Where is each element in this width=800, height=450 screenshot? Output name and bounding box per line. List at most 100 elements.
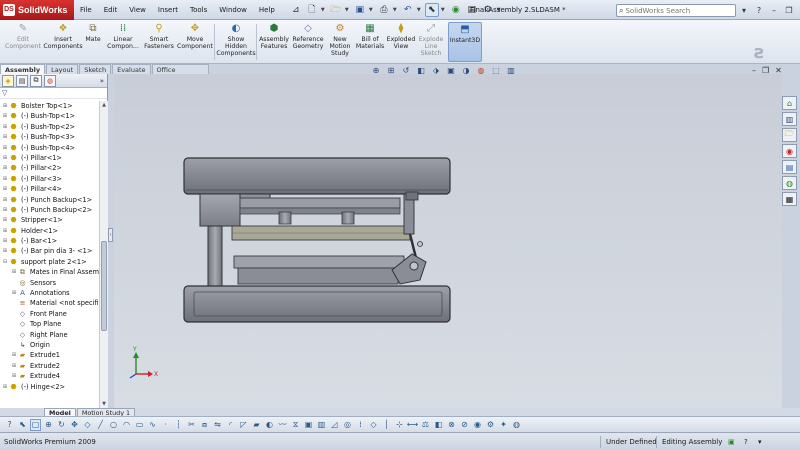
new-motion-study-button[interactable]: ⚙ New Motion Study [326,22,354,62]
tree-item[interactable]: ⊞ ▰ Extrude4 [0,371,99,381]
save-dropdown-icon[interactable]: ▼ [369,7,375,13]
scroll-up-icon[interactable]: ▲ [100,101,108,109]
property-manager-tab-icon[interactable]: ▤ [16,74,28,87]
new-document-icon[interactable]: 🗋 [305,3,319,17]
save-icon[interactable]: ▣ [353,3,367,17]
tree-item[interactable]: ⊞ ▰ Extrude2 [0,361,99,371]
reference-geometry-button[interactable]: ◇ Reference Geometry [290,22,326,62]
point-icon[interactable]: · [160,419,171,431]
sweep-icon[interactable]: 〰 [277,419,288,431]
viewport-close-icon[interactable]: ✕ [775,66,782,75]
hide-show-icon[interactable]: ◑ [460,65,472,76]
tree-item[interactable]: ◇ Right Plane [0,330,99,340]
view-settings-icon[interactable]: ▥ [505,65,517,76]
viewport-restore-icon[interactable]: ❐ [762,66,769,75]
tree-item[interactable]: ⊞ ⬣ Stripper<1> [0,215,99,225]
panel-collapse-handle[interactable]: ‹ [108,228,113,242]
select-dropdown-icon[interactable]: ▼ [441,7,447,13]
view-orientation-icon[interactable]: ⬗ [430,65,442,76]
trim-icon[interactable]: ✂ [186,419,197,431]
minimize-icon[interactable]: – [768,4,780,16]
menu-view[interactable]: View [123,0,152,20]
coordinate-icon[interactable]: ⊹ [394,419,405,431]
hole-icon[interactable]: ◎ [342,419,353,431]
shell-icon[interactable]: ▣ [303,419,314,431]
tree-item[interactable]: ⊞ ⬣ (-) Punch Backup<2> [0,205,99,215]
tree-item[interactable]: ⊞ ▰ Extrude1 [0,350,99,360]
tree-item[interactable]: ⊞ ⬣ Holder<1> [0,226,99,236]
assembly-features-button[interactable]: ⬢ Assembly Features [258,22,290,62]
menu-tools[interactable]: Tools [184,0,213,20]
clearance-icon[interactable]: ⊘ [459,419,470,431]
open-folder-icon[interactable]: 🗁 [329,3,343,17]
custom-properties-icon[interactable]: ▦ [782,192,797,206]
pin-icon[interactable]: ⊿ [289,3,303,17]
open-dropdown-icon[interactable]: ▼ [345,7,351,13]
tree-item[interactable]: ⊞ ⬣ (-) Pillar<2> [0,163,99,173]
tree-item[interactable]: ⊞ ⬣ (-) Bush-Top<3> [0,132,99,142]
pan-icon[interactable]: ✥ [69,419,80,431]
solidworks-resources-icon[interactable]: ⌂ [782,96,797,110]
tree-item[interactable]: ⊞ ⬣ (-) Pillar<3> [0,174,99,184]
scroll-down-icon[interactable]: ▼ [100,400,108,408]
smart-dimension-icon[interactable]: ◇ [82,419,93,431]
linear-pattern-button[interactable]: ⁞⁞ Linear Compon... [104,22,142,62]
rebuild-icon[interactable]: ◉ [449,3,463,17]
tree-item[interactable]: ⊞ ⬣ (-) Bush-Top<2> [0,122,99,132]
menu-edit[interactable]: Edit [98,0,124,20]
search-icon[interactable]: ⌕ [619,6,623,16]
filter-icon[interactable]: ▽ [2,89,7,97]
menu-help[interactable]: Help [253,0,281,20]
tree-item[interactable]: ⊞ ⬣ (-) Bush-Top<1> [0,111,99,121]
status-help-icon[interactable]: ? [744,433,748,450]
tree-item[interactable]: ◎ Sensors [0,278,99,288]
solidworks-logo[interactable]: DS SolidWorks [0,0,74,20]
zoom-icon[interactable]: ⊕ [43,419,54,431]
menu-file[interactable]: File [74,0,98,20]
tab-sketch[interactable]: Sketch [79,64,112,74]
edit-appearance-icon[interactable]: ◍ [475,65,487,76]
restore-icon[interactable]: ❐ [783,4,795,16]
rotate-icon[interactable]: ↻ [56,419,67,431]
apply-scene-icon[interactable]: ⬚ [490,65,502,76]
select-arrow-icon[interactable]: ⬉ [424,2,439,17]
feature-manager-tab-icon[interactable]: ◈ [2,74,14,87]
draft-icon[interactable]: ◿ [329,419,340,431]
menu-window[interactable]: Window [213,0,253,20]
tree-item[interactable]: ⊞ ⧉ Mates in Final Assem [0,267,99,277]
tree-item[interactable]: ⊞ ⬣ (-) Pillar<1> [0,153,99,163]
configuration-manager-tab-icon[interactable]: ⧉ [30,74,42,87]
menu-insert[interactable]: Insert [152,0,184,20]
mate-button[interactable]: ⧉ Mate [84,22,102,62]
print-icon[interactable]: ⎙ [377,3,391,17]
select-icon[interactable]: ▢ [30,418,41,431]
viewport-minimize-icon[interactable]: – [752,66,756,75]
zoom-to-fit-icon[interactable]: ⊕ [370,65,382,76]
section-view-icon[interactable]: ◧ [415,65,427,76]
insert-components-button[interactable]: ❖ Insert Components [43,22,83,62]
graphics-area[interactable]: Y X [114,74,782,408]
search-options-icon[interactable]: ▾ [738,4,750,16]
edit-component-button[interactable]: ✎ Edit Component [4,22,42,62]
undo-icon[interactable]: ↶ [401,3,415,17]
move-component-button[interactable]: ✥ Move Component [176,22,214,62]
panel-more-icon[interactable]: » [100,77,104,85]
explode-line-sketch-button[interactable]: ⤢ Explode Line Sketch [416,22,446,62]
circle-icon[interactable]: ○ [108,419,119,431]
mirror-icon[interactable]: ⇋ [212,419,223,431]
tree-filter[interactable]: ▽ [0,88,107,99]
line-icon[interactable]: ╱ [95,419,106,431]
tree-item[interactable]: ◇ Top Plane [0,319,99,329]
extrude-icon[interactable]: ▰ [251,419,262,431]
tab-layout[interactable]: Layout [46,64,79,74]
render-icon[interactable]: ✦ [498,419,509,431]
design-library-icon[interactable]: ▥ [782,112,797,126]
measure-icon[interactable]: ⟷ [407,419,418,431]
interference-icon[interactable]: ⊗ [446,419,457,431]
pointer-icon[interactable]: ⬉ [17,419,28,431]
undo-dropdown-icon[interactable]: ▼ [417,7,423,13]
file-explorer-icon[interactable]: 🗁 [782,128,797,142]
tree-item[interactable]: ≡ Material <not specifi [0,298,99,308]
arc-icon[interactable]: ◠ [121,419,132,431]
plane-icon[interactable]: ◇ [368,419,379,431]
